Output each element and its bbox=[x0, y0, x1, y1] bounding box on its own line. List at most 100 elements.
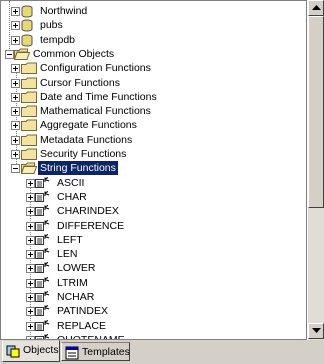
tree-node[interactable]: Metadata Functions bbox=[1, 133, 301, 147]
arrow-down-icon bbox=[312, 328, 321, 333]
expand-icon[interactable] bbox=[11, 150, 20, 159]
tree-node[interactable]: ASCII bbox=[1, 176, 301, 190]
collapse-icon[interactable] bbox=[5, 49, 14, 59]
folder-icon bbox=[21, 119, 37, 132]
tree-node-label: Security Functions bbox=[40, 148, 127, 160]
expand-icon[interactable] bbox=[11, 107, 20, 117]
expand-icon[interactable] bbox=[11, 21, 20, 31]
tree-node-label: DIFFERENCE bbox=[57, 219, 125, 232]
tree-node[interactable]: NCHAR bbox=[1, 290, 301, 304]
tree-node[interactable]: REPLACE bbox=[1, 319, 301, 333]
tree-node[interactable]: LEN bbox=[1, 247, 301, 261]
expand-icon[interactable] bbox=[26, 293, 35, 302]
tree-node[interactable]: pubs bbox=[1, 18, 301, 32]
tree-node-label: REPLACE bbox=[57, 319, 107, 332]
tree-node[interactable]: Northwind bbox=[1, 4, 301, 18]
folder-icon bbox=[21, 134, 37, 146]
folder-icon bbox=[21, 105, 37, 118]
tab-templates[interactable]: Templates bbox=[61, 342, 130, 361]
folder-icon bbox=[21, 148, 37, 160]
tree-node[interactable]: CHARINDEX bbox=[1, 204, 301, 218]
tree-node-label: Common Objects bbox=[33, 47, 115, 60]
tree-node-label: String Functions bbox=[37, 160, 119, 177]
tab-bar: Objects Templates bbox=[0, 340, 324, 364]
tree-node-label: LEN bbox=[57, 248, 78, 261]
tree-node-label: LOWER bbox=[57, 262, 96, 275]
folder-icon bbox=[21, 62, 37, 75]
tree-node[interactable]: Cursor Functions bbox=[1, 76, 301, 90]
expand-icon[interactable] bbox=[11, 35, 20, 45]
database-icon bbox=[21, 34, 37, 47]
tree-node[interactable]: Mathematical Functions bbox=[1, 104, 301, 118]
function-icon bbox=[35, 190, 51, 203]
function-icon bbox=[35, 319, 51, 332]
expand-icon[interactable] bbox=[26, 321, 35, 331]
tree-node[interactable]: DIFFERENCE bbox=[1, 219, 301, 233]
tree-node-label: Cursor Functions bbox=[40, 76, 120, 89]
tree-node-label: QUOTENAME bbox=[57, 333, 125, 340]
tree-node-label: Date and Time Functions bbox=[40, 90, 157, 103]
tree-node[interactable]: LOWER bbox=[1, 261, 301, 275]
object-browser-tree[interactable]: Northwind pubs tempdb Common Objects Configu… bbox=[0, 0, 307, 340]
tree-node-label: ASCII bbox=[57, 176, 85, 189]
function-icon bbox=[35, 219, 51, 232]
tree-node-label: Configuration Functions bbox=[40, 62, 151, 75]
tab-objects[interactable]: Objects bbox=[2, 340, 60, 362]
expand-icon[interactable] bbox=[26, 221, 35, 231]
tree-node[interactable]: Aggregate Functions bbox=[1, 118, 301, 132]
expand-icon[interactable] bbox=[26, 192, 35, 202]
tree-node-label: tempdb bbox=[40, 33, 76, 46]
expand-icon[interactable] bbox=[26, 264, 35, 274]
expand-icon[interactable] bbox=[11, 92, 20, 102]
expand-icon[interactable] bbox=[11, 64, 20, 74]
tree-node-label: NCHAR bbox=[57, 291, 95, 303]
scroll-down-button[interactable] bbox=[308, 323, 324, 339]
templates-tab-icon bbox=[65, 346, 79, 360]
tree-node[interactable]: Common Objects bbox=[1, 47, 301, 61]
scroll-thumb[interactable] bbox=[308, 16, 324, 208]
tree-node-label: LEFT bbox=[57, 233, 83, 246]
function-icon bbox=[35, 205, 51, 217]
expand-icon[interactable] bbox=[11, 135, 20, 145]
tree-node[interactable]: Configuration Functions bbox=[1, 61, 301, 75]
function-icon bbox=[35, 176, 51, 189]
tree-node-label: Aggregate Functions bbox=[40, 119, 137, 132]
folder-open-icon bbox=[20, 162, 38, 175]
collapse-icon[interactable] bbox=[11, 164, 20, 174]
tree-node[interactable]: tempdb bbox=[1, 33, 301, 47]
tree-node-label: LTRIM bbox=[57, 276, 88, 289]
tree-node[interactable]: CHAR bbox=[1, 190, 301, 204]
tree-node-label: Northwind bbox=[40, 5, 88, 17]
expand-icon[interactable] bbox=[26, 307, 35, 317]
arrow-up-icon bbox=[312, 5, 321, 10]
expand-icon[interactable] bbox=[11, 121, 20, 131]
tree-node[interactable]: LEFT bbox=[1, 233, 301, 247]
tree-node-label: pubs bbox=[40, 19, 63, 32]
vertical-scrollbar[interactable] bbox=[307, 0, 324, 340]
tree-node[interactable]: QUOTENAME bbox=[1, 333, 301, 340]
expand-icon[interactable] bbox=[26, 207, 35, 217]
tree-node-label: CHAR bbox=[57, 190, 87, 203]
tree-node-label: PATINDEX bbox=[57, 305, 108, 318]
expand-icon[interactable] bbox=[11, 7, 20, 16]
function-icon bbox=[35, 276, 51, 289]
folder-icon bbox=[21, 91, 37, 103]
tree-node[interactable]: String Functions bbox=[1, 160, 301, 177]
expand-icon[interactable] bbox=[11, 78, 20, 88]
tab-templates-label: Templates bbox=[82, 346, 130, 358]
function-icon bbox=[35, 291, 51, 303]
function-icon bbox=[35, 248, 51, 260]
tree-node-label: Metadata Functions bbox=[40, 133, 133, 146]
tree-node[interactable]: PATINDEX bbox=[1, 304, 301, 318]
scroll-up-button[interactable] bbox=[308, 0, 324, 16]
tree-node[interactable]: Security Functions bbox=[1, 147, 301, 161]
function-icon bbox=[35, 305, 51, 317]
folder-open-icon bbox=[13, 48, 31, 60]
tree-node[interactable]: Date and Time Functions bbox=[1, 90, 301, 104]
expand-icon[interactable] bbox=[26, 278, 35, 288]
expand-icon[interactable] bbox=[26, 250, 35, 260]
database-icon bbox=[21, 19, 37, 32]
expand-icon[interactable] bbox=[26, 235, 35, 245]
tree-node[interactable]: LTRIM bbox=[1, 276, 301, 290]
expand-icon[interactable] bbox=[26, 178, 35, 188]
